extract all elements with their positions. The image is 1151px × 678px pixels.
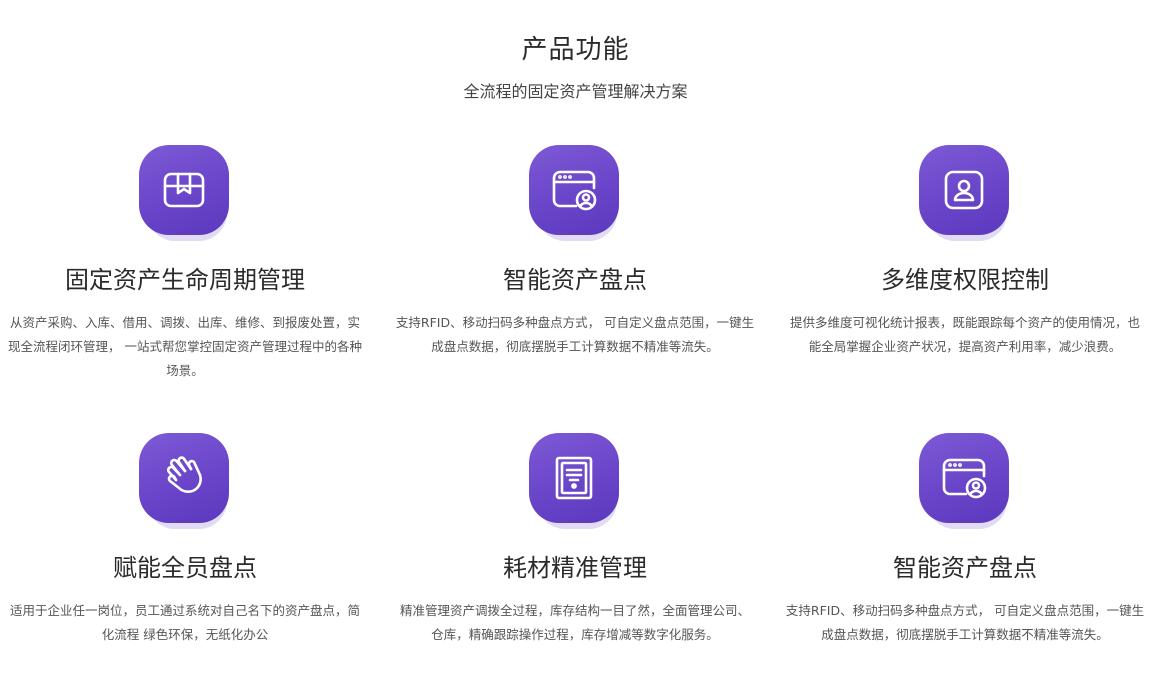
feature-grid: 固定资产生命周期管理 从资产采购、入库、借用、调拨、出库、维修、到报废处置，实现… [0, 0, 1151, 678]
window-user-icon [919, 433, 1009, 523]
window-user-icon [529, 145, 619, 235]
feature-card-inventory-2: 智能资产盘点 支持RFID、移动扫码多种盘点方式， 可自定义盘点范围，一键生成盘… [780, 433, 1150, 647]
feature-desc: 适用于企业任一岗位，员工通过系统对自己名下的资产盘点，简化流程 绿色环保，无纸化… [9, 603, 360, 642]
feature-desc: 支持RFID、移动扫码多种盘点方式， 可自定义盘点范围，一键生成盘点数据，彻底摆… [395, 315, 755, 354]
hand-wave-icon [139, 433, 229, 523]
feature-desc: 支持RFID、移动扫码多种盘点方式， 可自定义盘点范围，一键生成盘点数据，彻底摆… [785, 603, 1145, 642]
feature-title: 耗材精准管理 [503, 554, 647, 582]
feature-title: 多维度权限控制 [881, 266, 1049, 294]
feature-card-inventory: 智能资产盘点 支持RFID、移动扫码多种盘点方式， 可自定义盘点范围，一键生成盘… [390, 145, 760, 359]
feature-desc: 精准管理资产调拨全过程，库存结构一目了然，全面管理公司、仓库，精确跟踪操作过程，… [399, 603, 750, 642]
feature-icon-wrap [139, 145, 231, 241]
feature-icon-wrap [919, 145, 1011, 241]
feature-card-lifecycle: 固定资产生命周期管理 从资产采购、入库、借用、调拨、出库、维修、到报废处置，实现… [0, 145, 370, 383]
feature-card-permission: 多维度权限控制 提供多维度可视化统计报表，既能跟踪每个资产的使用情况，也能全局掌… [780, 145, 1150, 359]
feature-title: 智能资产盘点 [503, 266, 647, 294]
box-icon [139, 145, 229, 235]
feature-icon-wrap [139, 433, 231, 529]
feature-title: 固定资产生命周期管理 [65, 266, 305, 294]
user-card-icon [919, 145, 1009, 235]
feature-icon-wrap [919, 433, 1011, 529]
feature-card-consumables: 耗材精准管理 精准管理资产调拨全过程，库存结构一目了然，全面管理公司、仓库，精确… [390, 433, 760, 647]
feature-icon-wrap [529, 145, 621, 241]
document-icon [529, 433, 619, 523]
feature-desc: 从资产采购、入库、借用、调拨、出库、维修、到报废处置，实现全流程闭环管理， 一站… [8, 315, 362, 378]
feature-desc: 提供多维度可视化统计报表，既能跟踪每个资产的使用情况，也能全局掌握企业资产状况，… [789, 315, 1140, 354]
feature-icon-wrap [529, 433, 621, 529]
feature-card-all-staff: 赋能全员盘点 适用于企业任一岗位，员工通过系统对自己名下的资产盘点，简化流程 绿… [0, 433, 370, 647]
feature-title: 智能资产盘点 [893, 554, 1037, 582]
feature-title: 赋能全员盘点 [113, 554, 257, 582]
